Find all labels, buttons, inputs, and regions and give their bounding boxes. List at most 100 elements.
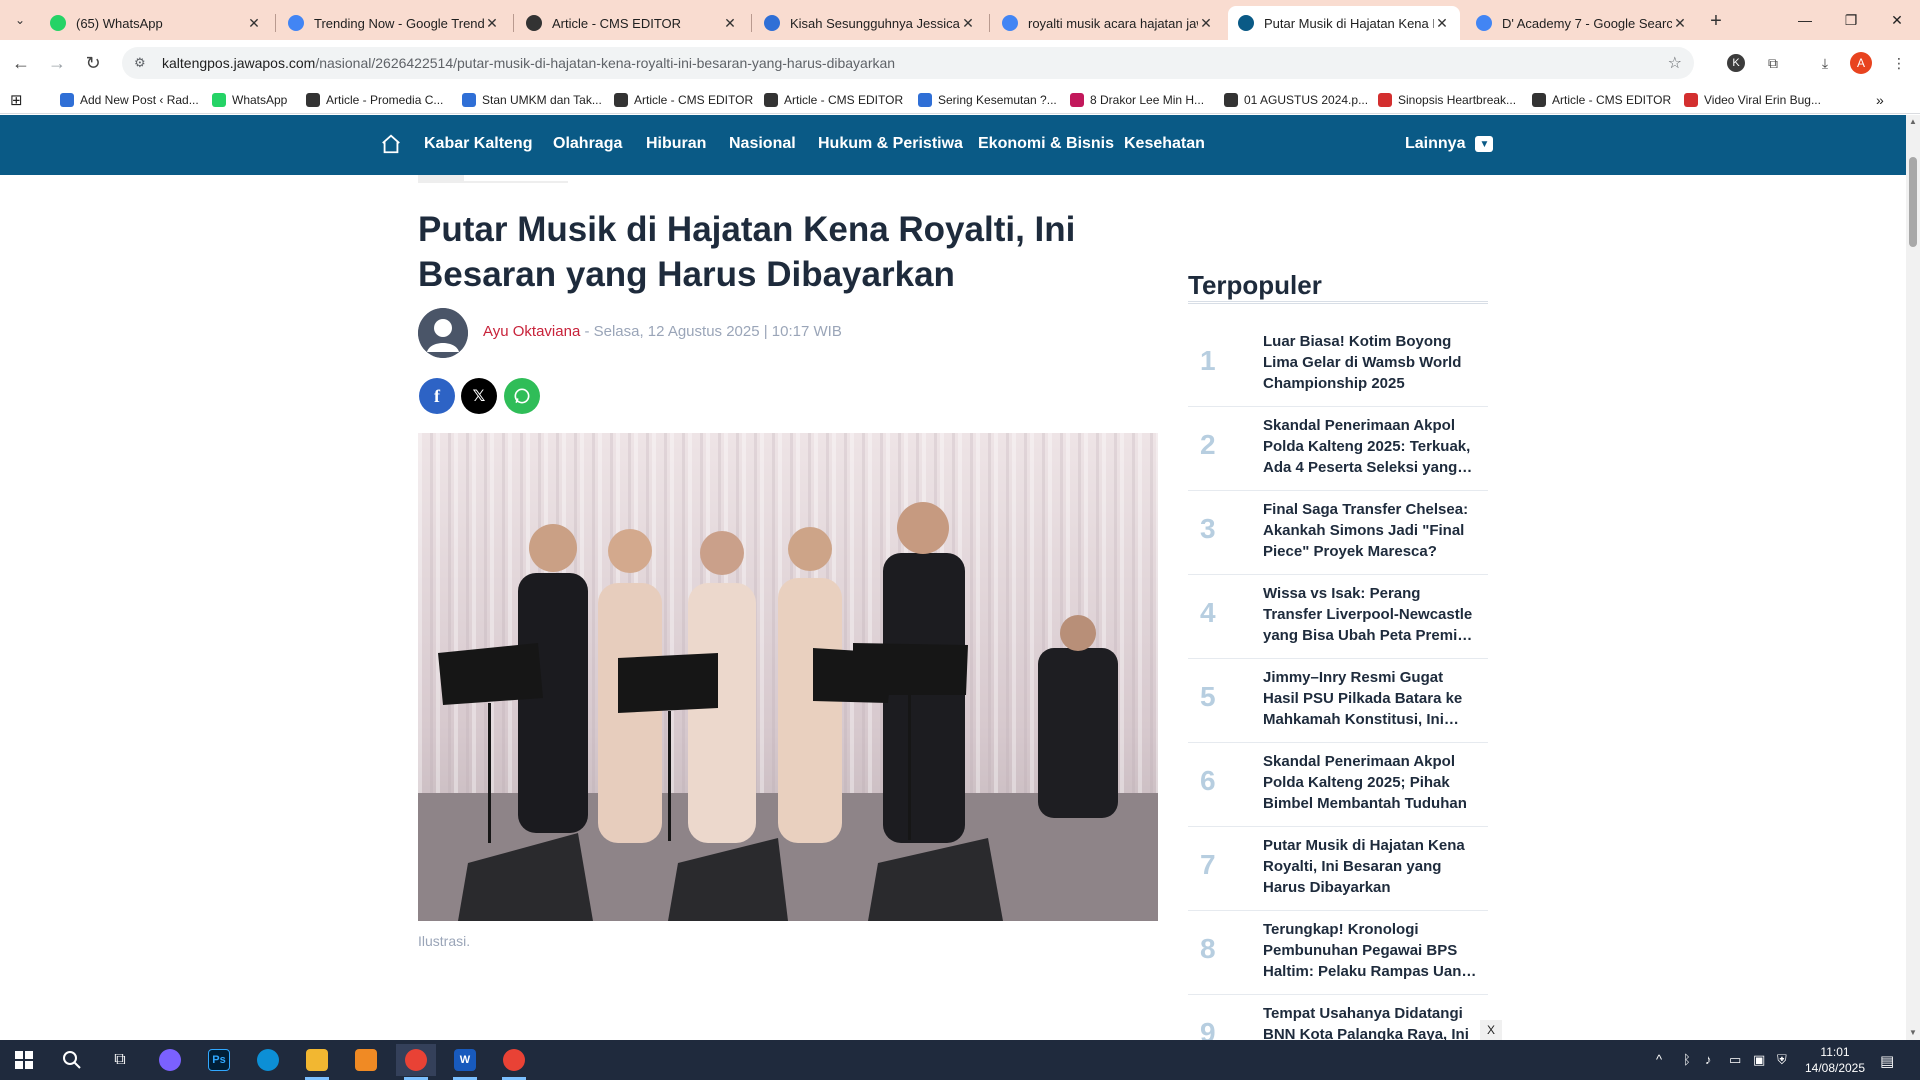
tray-overflow-icon[interactable]: ^ [1656,1052,1662,1067]
popular-title-link[interactable]: Putar Musik di Hajatan Kena Royalti, Ini… [1263,835,1478,898]
popular-title-link[interactable]: Luar Biasa! Kotim Boyong Lima Gelar di W… [1263,331,1478,394]
chrome-icon[interactable] [396,1044,436,1080]
popular-item[interactable]: 6 Skandal Penerimaan Akpol Polda Kalteng … [1188,743,1488,827]
page-scrollbar[interactable]: ▲ ▼ [1906,115,1920,1040]
minimize-button[interactable]: — [1782,0,1828,40]
share-whatsapp-button[interactable] [504,378,540,414]
browser-tab[interactable]: Article - CMS EDITOR ✕ [516,6,748,40]
browser-tab[interactable]: D' Academy 7 - Google Search ✕ [1466,6,1698,40]
popular-rank: 5 [1200,681,1216,712]
popular-item[interactable]: 3 Final Saga Transfer Chelsea: Akankah Si… [1188,491,1488,575]
bookmark-item[interactable]: 8 Drakor Lee Min H... [1070,90,1204,110]
taskbar-clock[interactable]: 11:01 14/08/2025 [1800,1044,1870,1076]
browser-tab[interactable]: Trending Now - Google Trends ✕ [278,6,510,40]
bookmark-item[interactable]: Sinopsis Heartbreak... [1378,90,1516,110]
nav-item[interactable]: Hukum & Peristiwa [818,135,963,153]
bookmark-item[interactable]: Stan UMKM dan Tak... [462,90,602,110]
bluetooth-icon[interactable]: ᛒ [1683,1052,1691,1067]
popular-title-link[interactable]: Skandal Penerimaan Akpol Polda Kalteng 2… [1263,415,1478,478]
photoshop-icon[interactable]: Ps [199,1044,239,1076]
new-tab-button[interactable]: + [1703,8,1729,34]
browser-menu-icon[interactable]: ⋮ [1886,50,1912,76]
bookmark-item[interactable]: Sering Kesemutan ?... [918,90,1057,110]
author-link[interactable]: Ayu Oktaviana [483,323,580,340]
close-tab-icon[interactable]: ✕ [722,15,738,32]
nav-item[interactable]: Kesehatan [1124,135,1205,153]
site-info-icon[interactable]: ⚙ [134,55,154,71]
popular-item[interactable]: 4 Wissa vs Isak: Perang Transfer Liverpoo… [1188,575,1488,659]
close-window-button[interactable]: ✕ [1874,0,1920,40]
back-button[interactable]: ← [6,48,36,78]
more-bookmarks-icon[interactable]: » [1876,90,1884,110]
nav-item[interactable]: Olahraga [553,135,622,153]
close-tab-icon[interactable]: ✕ [1434,15,1450,32]
address-bar[interactable]: ⚙ kaltengpos.jawapos.com/nasional/262642… [122,47,1694,79]
display-icon[interactable]: ▣ [1753,1052,1765,1068]
share-x-button[interactable]: 𝕏 [461,378,497,414]
tab-search-button[interactable]: ⌄ [8,8,32,32]
popular-title-link[interactable]: Final Saga Transfer Chelsea: Akankah Sim… [1263,499,1478,562]
scroll-down-icon[interactable]: ▼ [1908,1028,1918,1038]
popular-item[interactable]: 9 Tempat Usahanya Didatangi BNN Kota Pala… [1188,995,1488,1040]
copilot-icon[interactable] [150,1044,190,1076]
nav-item[interactable]: Hiburan [646,135,706,153]
popular-title-link[interactable]: Skandal Penerimaan Akpol Polda Kalteng 2… [1263,751,1478,814]
app-orange-icon[interactable] [346,1044,386,1076]
popular-title-link[interactable]: Jimmy–Inry Resmi Gugat Hasil PSU Pilkada… [1263,667,1478,730]
profile-k-avatar[interactable]: K [1727,54,1745,72]
close-tab-icon[interactable]: ✕ [484,15,500,32]
scroll-up-icon[interactable]: ▲ [1908,117,1918,127]
edge-icon[interactable] [248,1044,288,1076]
popular-item[interactable]: 8 Terungkap! Kronologi Pembunuhan Pegawai… [1188,911,1488,995]
bookmark-item[interactable]: Article - CMS EDITOR [614,90,753,110]
popular-title-link[interactable]: Terungkap! Kronologi Pembunuhan Pegawai … [1263,919,1478,982]
nav-item[interactable]: Kabar Kalteng [424,135,532,153]
restore-button[interactable]: ❐ [1828,0,1874,40]
bookmark-item[interactable]: WhatsApp [212,90,287,110]
close-tab-icon[interactable]: ✕ [246,15,262,32]
bookmark-item[interactable]: Article - CMS EDITOR [1532,90,1671,110]
close-tab-icon[interactable]: ✕ [1672,15,1688,32]
apps-grid-icon[interactable]: ⊞ [10,90,23,110]
bookmark-item[interactable]: Add New Post ‹ Rad... [60,90,199,110]
task-view-icon[interactable]: ⧉ [100,1044,140,1076]
popular-item[interactable]: 2 Skandal Penerimaan Akpol Polda Kalteng … [1188,407,1488,491]
notifications-icon[interactable]: ▤ [1880,1052,1894,1070]
network-icon[interactable]: ▭ [1729,1052,1741,1068]
extensions-puzzle-icon[interactable]: ⧉ [1760,50,1786,76]
home-icon[interactable] [380,133,402,155]
profile-a-avatar[interactable]: A [1850,52,1872,74]
nav-item[interactable]: Nasional [729,135,796,153]
browser-tab[interactable]: (65) WhatsApp ✕ [40,6,272,40]
file-explorer-icon[interactable] [297,1044,337,1080]
bookmark-item[interactable]: Article - Promedia C... [306,90,443,110]
volume-icon[interactable]: ♪ [1705,1052,1712,1067]
popular-title-link[interactable]: Tempat Usahanya Didatangi BNN Kota Palan… [1263,1003,1478,1040]
scroll-thumb[interactable] [1909,157,1917,247]
windows-start-icon[interactable] [4,1044,44,1076]
nav-more-menu[interactable]: Lainnya ▼ [1405,135,1494,153]
bookmark-item[interactable]: 01 AGUSTUS 2024.p... [1224,90,1368,110]
popular-item[interactable]: 5 Jimmy–Inry Resmi Gugat Hasil PSU Pilkad… [1188,659,1488,743]
bookmark-item[interactable]: Video Viral Erin Bug... [1684,90,1821,110]
bookmark-item[interactable]: Article - CMS EDITOR [764,90,903,110]
browser-tab[interactable]: Putar Musik di Hajatan Kena Ro ✕ [1228,6,1460,40]
popular-item[interactable]: 7 Putar Musik di Hajatan Kena Royalti, In… [1188,827,1488,911]
downloads-icon[interactable]: ⤓ [1812,50,1838,76]
browser-tab[interactable]: Kisah Sesungguhnya Jessica Ra✕ [754,6,986,40]
security-icon[interactable]: ⛨ [1777,1052,1787,1068]
browser-tab[interactable]: royalti musik acara hajatan jawa ✕ [992,6,1224,40]
search-icon[interactable] [52,1044,92,1076]
close-tab-icon[interactable]: ✕ [1198,15,1214,32]
popular-title-link[interactable]: Wissa vs Isak: Perang Transfer Liverpool… [1263,583,1478,646]
close-tab-icon[interactable]: ✕ [960,15,976,32]
nav-item[interactable]: Ekonomi & Bisnis [978,135,1114,153]
bookmark-star-icon[interactable]: ☆ [1668,53,1682,73]
chrome-profile-icon[interactable] [494,1044,534,1080]
reload-button[interactable]: ↻ [78,48,108,78]
popular-item[interactable]: 1 Luar Biasa! Kotim Boyong Lima Gelar di … [1188,323,1488,407]
close-ad-button[interactable]: X [1480,1020,1502,1040]
word-icon[interactable]: W [445,1044,485,1080]
share-facebook-button[interactable]: f [419,378,455,414]
forward-button[interactable]: → [42,48,72,78]
